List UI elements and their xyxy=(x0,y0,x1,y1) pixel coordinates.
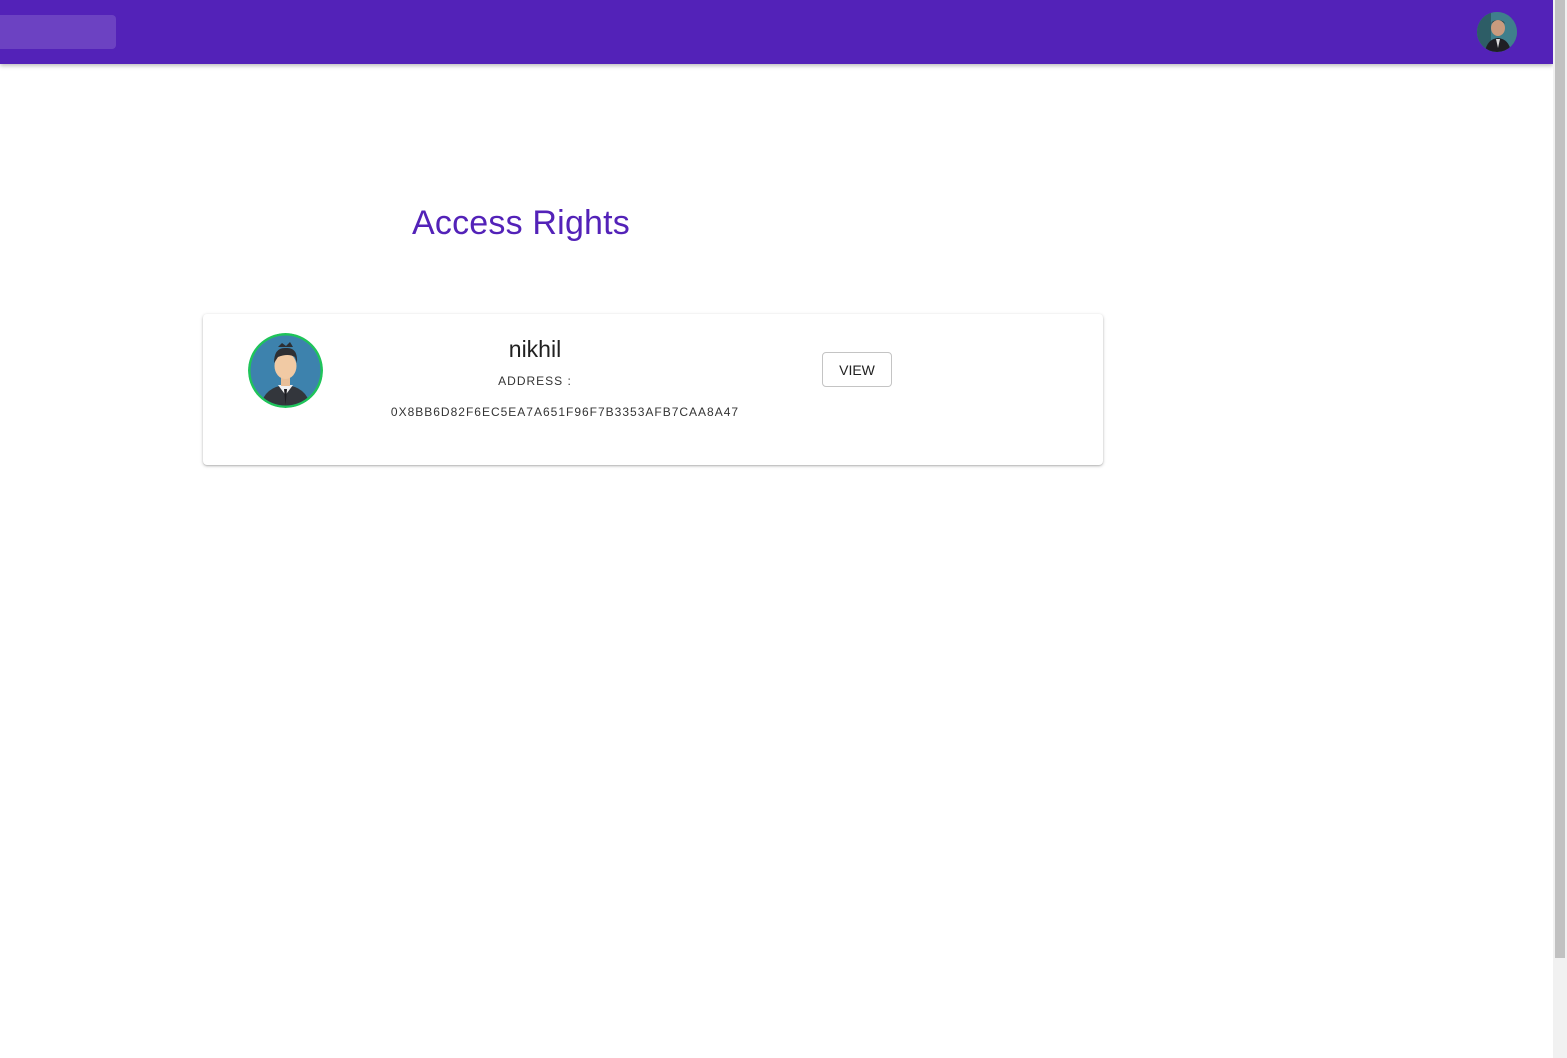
scrollbar-thumb[interactable] xyxy=(1555,0,1565,958)
profile-avatar-icon[interactable] xyxy=(1477,12,1517,52)
address-label: ADDRESS : xyxy=(498,374,572,388)
page-title: Access Rights xyxy=(412,204,631,242)
address-value: 0X8BB6D82F6EC5EA7A651F96F7B3353AFB7CAA8A… xyxy=(390,405,740,419)
view-button[interactable]: VIEW xyxy=(822,352,892,387)
search-input[interactable] xyxy=(0,15,116,49)
access-card: nikhil ADDRESS : 0X8BB6D82F6EC5EA7A651F9… xyxy=(203,314,1103,465)
user-avatar-icon xyxy=(248,333,323,408)
app-bar xyxy=(0,0,1553,64)
user-name: nikhil xyxy=(508,336,562,362)
scrollbar[interactable] xyxy=(1553,0,1567,1058)
